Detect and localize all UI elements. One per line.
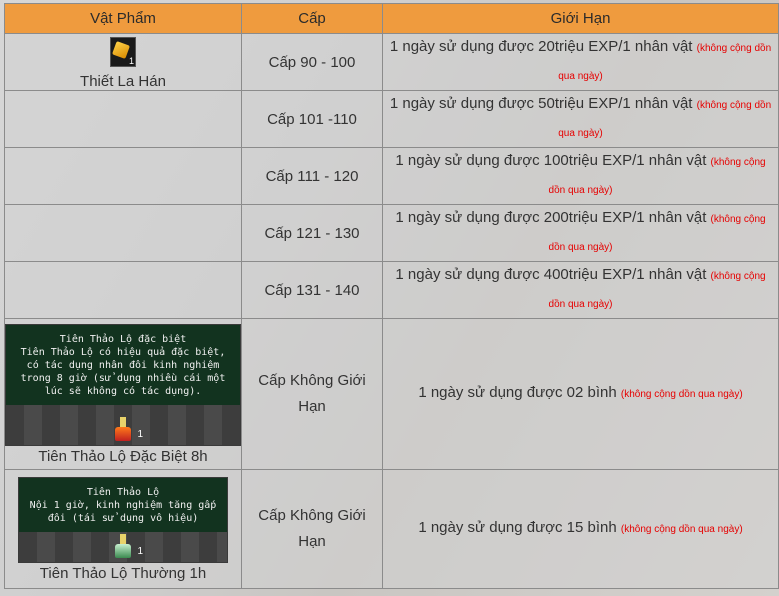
- limit-text: 1 ngày sử dụng được 400triệu EXP/1 nhân …: [395, 266, 707, 283]
- table-row: Tiên Thảo Lộ đặc biệt Tiên Thảo Lộ có hi…: [4, 318, 779, 470]
- level-cell: Cấp Không Giới Hạn: [241, 318, 383, 470]
- item-cell: [4, 261, 242, 319]
- level-cell: Cấp 101 -110: [241, 90, 383, 148]
- item-tooltip: Tiên Thảo Lộ đặc biệt Tiên Thảo Lộ có hi…: [5, 323, 241, 446]
- limit-text: 1 ngày sử dụng được 50triệu EXP/1 nhân v…: [389, 95, 693, 112]
- limit-cell: 1 ngày sử dụng được 02 bình (không cộng …: [382, 318, 779, 470]
- item-name: Tiên Thảo Lộ Đặc Biệt 8h: [38, 447, 208, 465]
- item-name: Tiên Thảo Lộ Thường 1h: [39, 564, 207, 582]
- item-cell: 1 Thiết La Hán: [4, 33, 242, 91]
- limit-note: (không cộng dồn qua ngày): [620, 524, 743, 535]
- limit-text: 1 ngày sử dụng được 200triệu EXP/1 nhân …: [395, 209, 707, 226]
- limit-cell: 1 ngày sử dụng được 200triệu EXP/1 nhân …: [382, 204, 779, 262]
- limit-cell: 1 ngày sử dụng được 400triệu EXP/1 nhân …: [382, 261, 779, 319]
- limit-cell: 1 ngày sử dụng được 50triệu EXP/1 nhân v…: [382, 90, 779, 148]
- tooltip-description: Nội 1 giờ, kinh nghiệm tăng gấp đôi (tái…: [29, 499, 217, 524]
- item-tooltip: Tiên Thảo Lộ Nội 1 giờ, kinh nghiệm tăng…: [18, 476, 228, 563]
- table-row: 1 Thiết La Hán Cấp 90 - 100 1 ngày sử dụ…: [4, 33, 779, 91]
- item-cell: Tiên Thảo Lộ đặc biệt Tiên Thảo Lộ có hi…: [4, 318, 242, 470]
- item-limit-table: Vật Phẩm Cấp Giới Hạn 1 Thiết La Hán Cấp…: [4, 3, 779, 589]
- table-row: Cấp 121 - 130 1 ngày sử dụng được 200tri…: [4, 204, 779, 262]
- limit-text: 1 ngày sử dụng được 15 bình: [418, 519, 617, 536]
- limit-text: 1 ngày sử dụng được 100triệu EXP/1 nhân …: [395, 152, 707, 169]
- table-row: Cấp 101 -110 1 ngày sử dụng được 50triệu…: [4, 90, 779, 148]
- green-flask-icon: 1: [113, 533, 143, 558]
- gold-gem-icon: 1: [110, 36, 136, 67]
- header-level: Cấp: [241, 3, 383, 34]
- item-cell: [4, 204, 242, 262]
- item-cell: [4, 90, 242, 148]
- item-cell: Tiên Thảo Lộ Nội 1 giờ, kinh nghiệm tăng…: [4, 469, 242, 589]
- item-quantity: 1: [128, 55, 134, 66]
- page-background: Vật Phẩm Cấp Giới Hạn 1 Thiết La Hán Cấp…: [0, 0, 779, 596]
- table-row: Cấp 111 - 120 1 ngày sử dụng được 100tri…: [4, 147, 779, 205]
- limit-note: (không cộng dồn qua ngày): [620, 389, 743, 400]
- item-cell: [4, 147, 242, 205]
- limit-cell: 1 ngày sử dụng được 15 bình (không cộng …: [382, 469, 779, 589]
- table-row: Cấp 131 - 140 1 ngày sử dụng được 400tri…: [4, 261, 779, 319]
- header-limit: Giới Hạn: [382, 3, 779, 34]
- tooltip-title: Tiên Thảo Lộ: [86, 486, 160, 498]
- level-cell: Cấp Không Giới Hạn: [241, 469, 383, 589]
- limit-text: 1 ngày sử dụng được 02 bình: [418, 384, 617, 401]
- item-quantity: 1: [137, 428, 143, 440]
- table-row: Tiên Thảo Lộ Nội 1 giờ, kinh nghiệm tăng…: [4, 469, 779, 589]
- level-cell: Cấp 111 - 120: [241, 147, 383, 205]
- limit-cell: 1 ngày sử dụng được 20triệu EXP/1 nhân v…: [382, 33, 779, 91]
- tooltip-description: Tiên Thảo Lộ có hiệu quả đặc biệt, có tá…: [20, 346, 226, 397]
- level-cell: Cấp 121 - 130: [241, 204, 383, 262]
- limit-text: 1 ngày sử dụng được 20triệu EXP/1 nhân v…: [389, 38, 693, 55]
- limit-cell: 1 ngày sử dụng được 100triệu EXP/1 nhân …: [382, 147, 779, 205]
- table-header-row: Vật Phẩm Cấp Giới Hạn: [4, 3, 779, 34]
- item-quantity: 1: [137, 545, 143, 557]
- tooltip-title: Tiên Thảo Lộ đặc biệt: [59, 333, 187, 345]
- header-item: Vật Phẩm: [4, 3, 242, 34]
- level-cell: Cấp 131 - 140: [241, 261, 383, 319]
- item-name: Thiết La Hán: [80, 72, 166, 90]
- red-flask-icon: 1: [113, 416, 143, 441]
- level-cell: Cấp 90 - 100: [241, 33, 383, 91]
